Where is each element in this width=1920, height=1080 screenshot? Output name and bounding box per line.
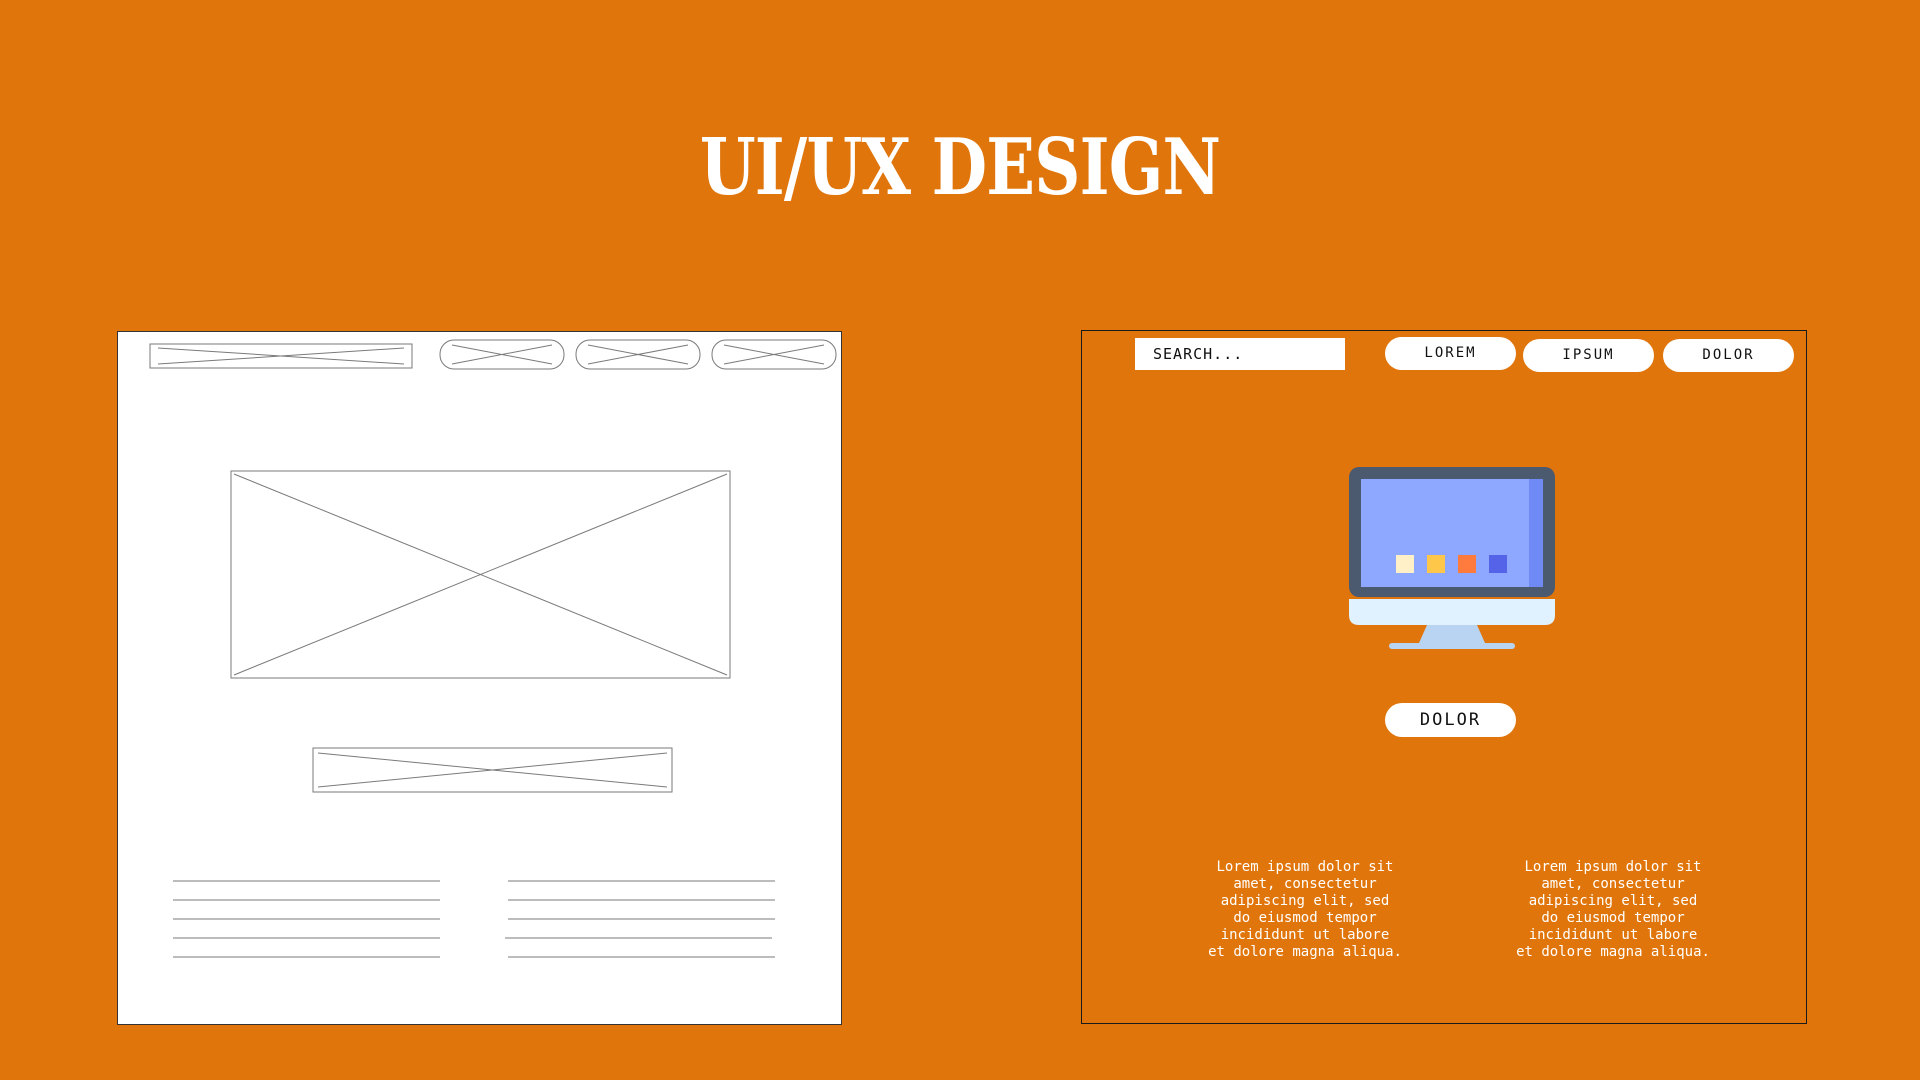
nav-button-dolor[interactable]: DOLOR: [1663, 339, 1794, 372]
nav-button-lorem[interactable]: LOREM: [1385, 337, 1516, 370]
search-input[interactable]: SEARCH...: [1135, 338, 1345, 370]
wireframe-text-column-2: [505, 880, 775, 958]
mockup-panel: SEARCH... LOREM IPSUM DOLOR DOLOR Lorem …: [1081, 330, 1807, 1024]
wireframe-logo-placeholder: [149, 343, 413, 369]
wireframe-panel: [117, 331, 842, 1025]
page-title: UI/UX DESIGN: [699, 122, 1221, 213]
wireframe-nav-pill-3: [711, 339, 837, 370]
wireframe-nav-pill-1: [439, 339, 565, 370]
lorem-paragraph-2: Lorem ipsum dolor sit amet, consectetur …: [1516, 859, 1710, 960]
slide: UI/UX DESIGN SEARCH... LOREM IPSUM DOLOR…: [0, 0, 1920, 1080]
wireframe-text-column-1: [173, 880, 440, 958]
desktop-monitor-icon: [1349, 467, 1555, 649]
cta-button-dolor[interactable]: DOLOR: [1385, 703, 1516, 737]
lorem-paragraph-1: Lorem ipsum dolor sit amet, consectetur …: [1208, 859, 1402, 960]
wireframe-hero-placeholder: [230, 470, 731, 679]
wireframe-nav-pill-2: [575, 339, 701, 370]
wireframe-button-placeholder: [312, 747, 673, 793]
nav-button-ipsum[interactable]: IPSUM: [1523, 339, 1654, 372]
wireframe-drawing: [149, 339, 837, 958]
